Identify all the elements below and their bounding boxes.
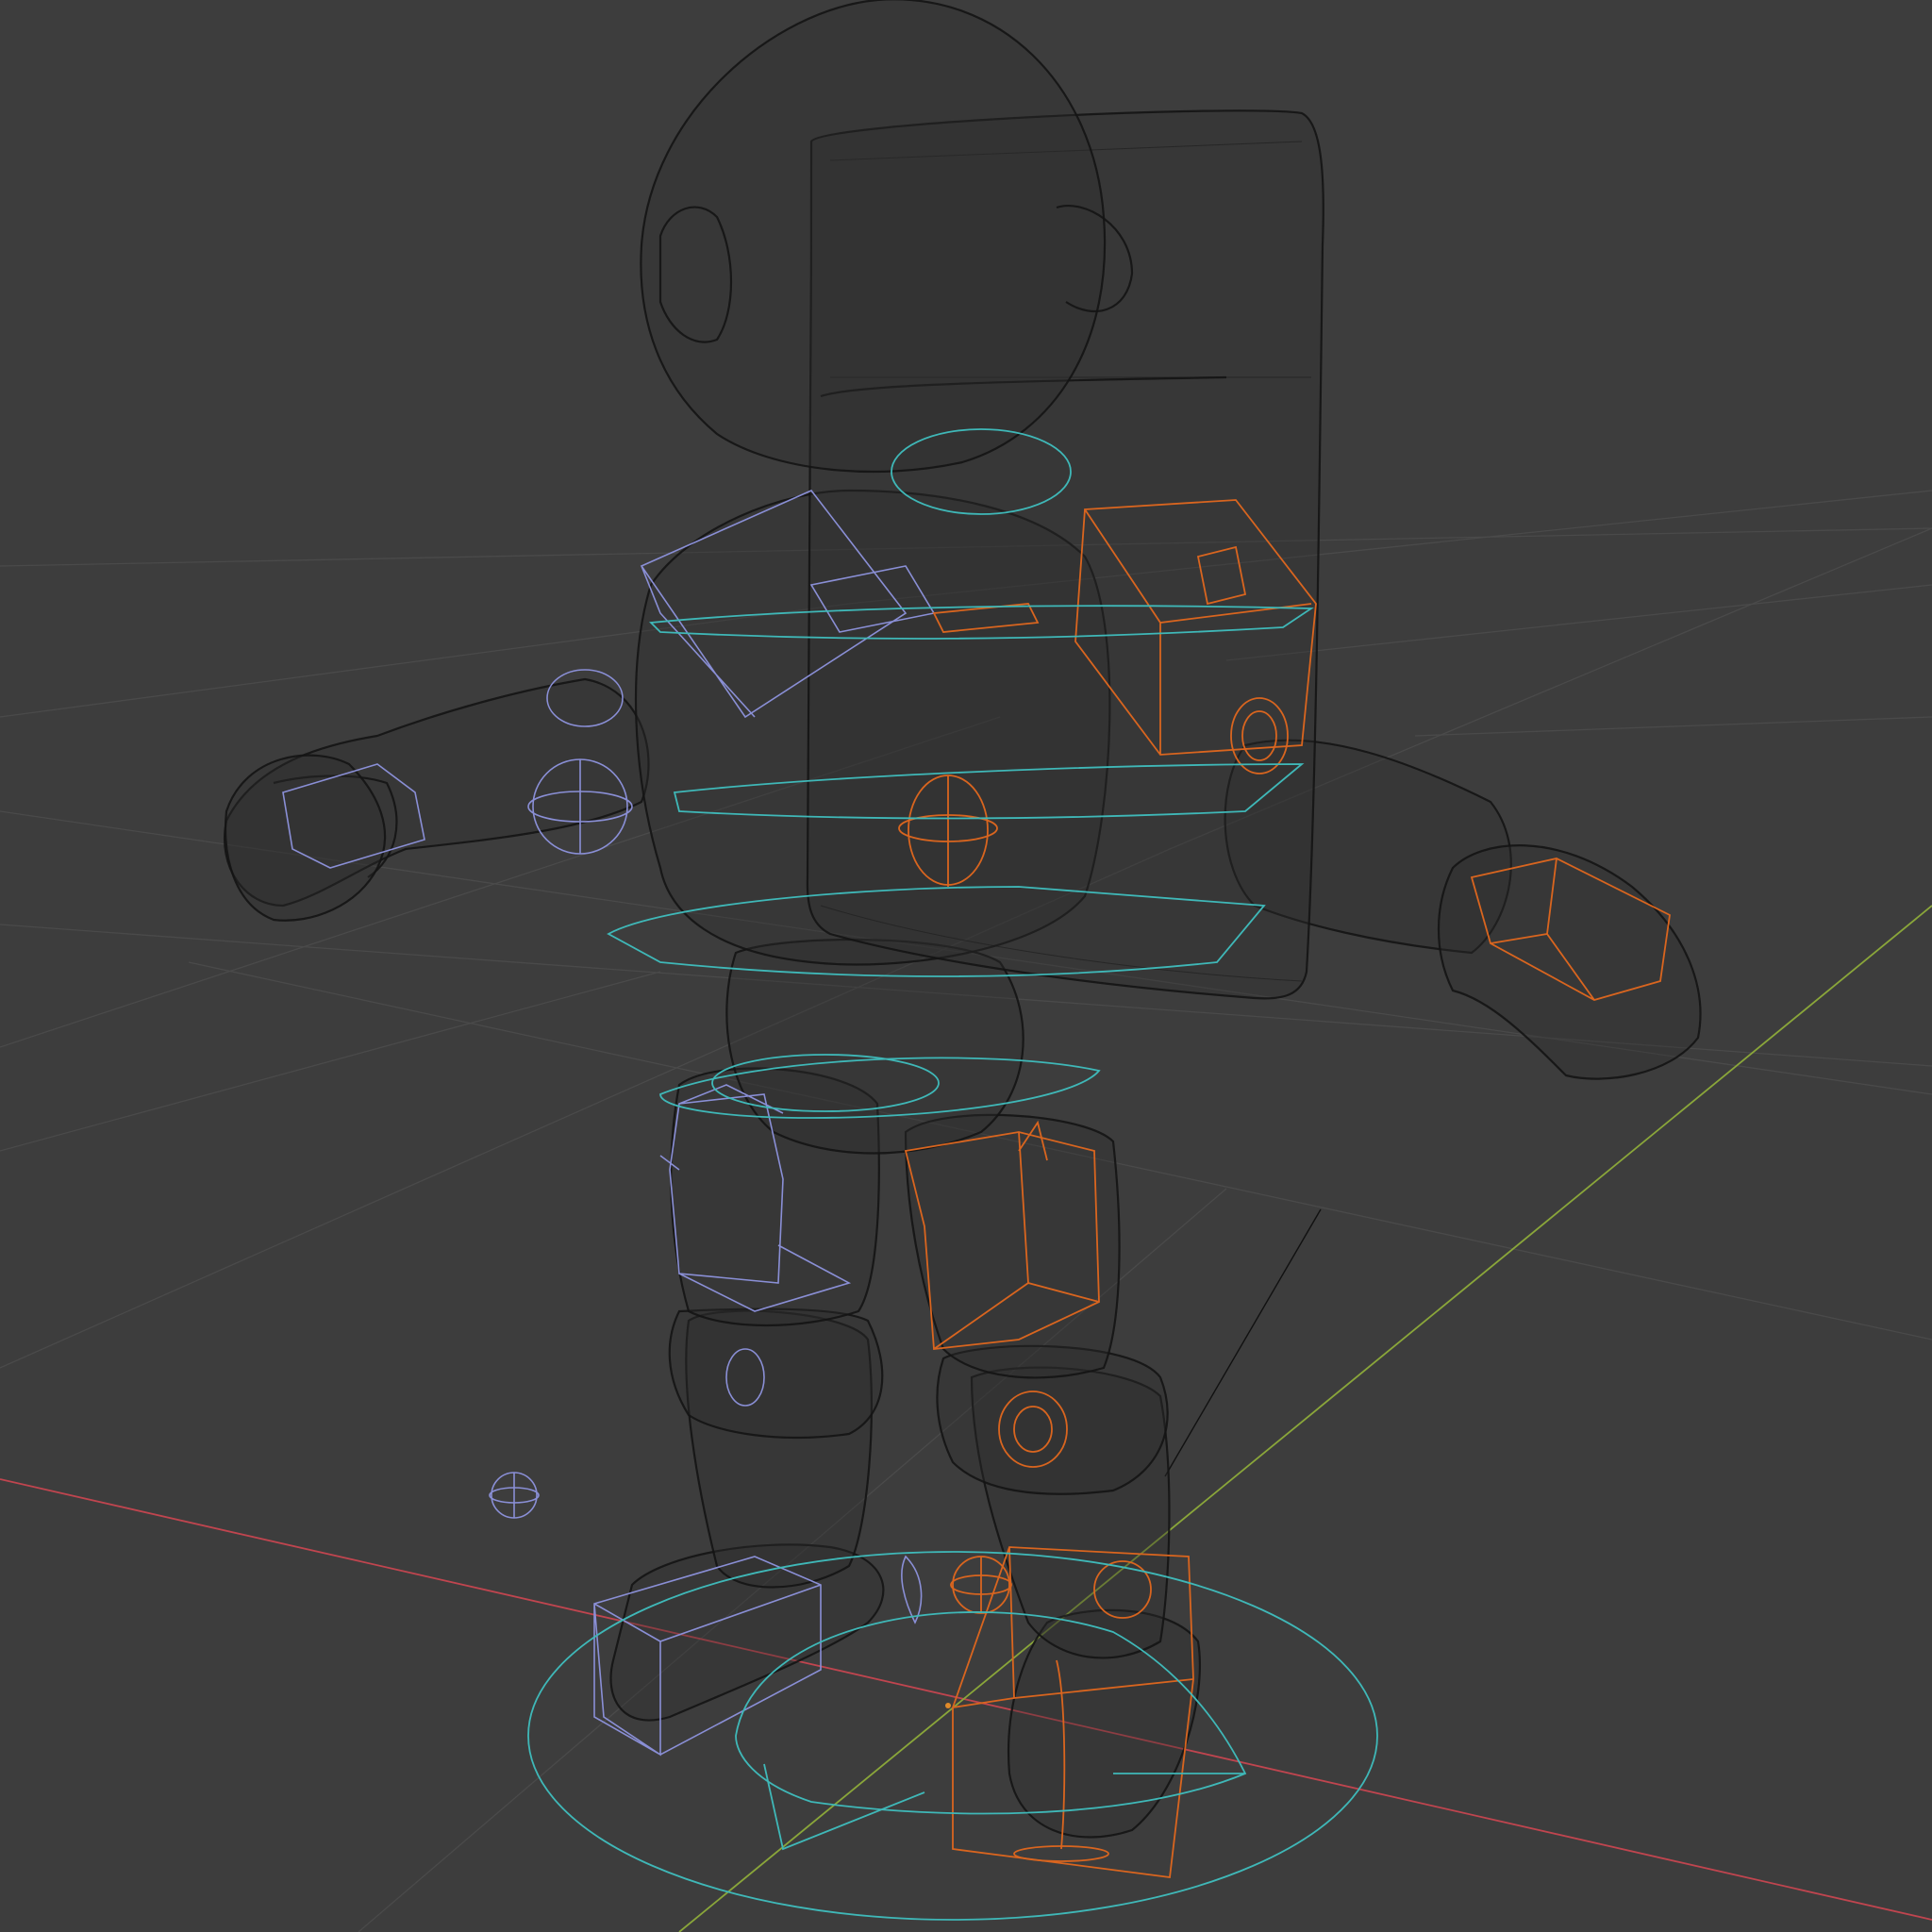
viewport-canvas[interactable] — [0, 0, 1932, 1932]
origin-point — [945, 1703, 951, 1708]
x-axis-line — [0, 1478, 1932, 1921]
astronaut-mesh[interactable] — [224, 0, 1702, 1839]
3d-viewport[interactable] — [0, 0, 1932, 1932]
bone-line — [1164, 1208, 1322, 1477]
